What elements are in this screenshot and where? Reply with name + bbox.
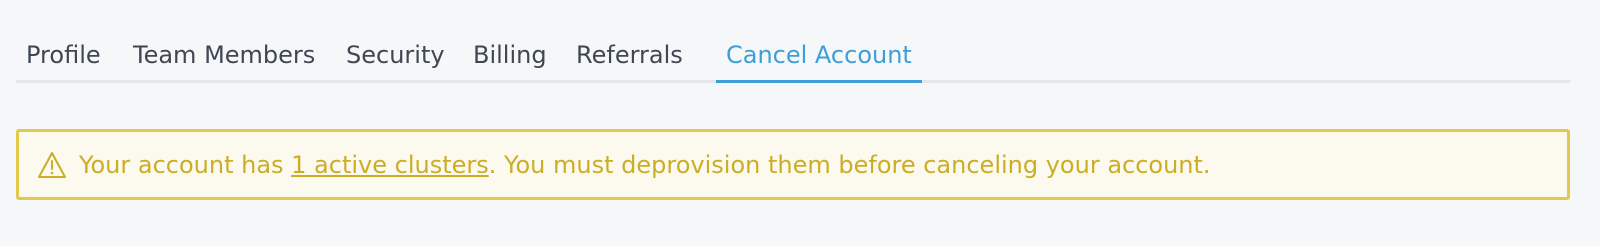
tab-security[interactable]: Security bbox=[346, 28, 445, 83]
tab-cancel-account[interactable]: Cancel Account bbox=[716, 28, 922, 83]
tab-billing[interactable]: Billing bbox=[473, 28, 547, 83]
tab-profile[interactable]: Profile bbox=[26, 28, 101, 83]
alert-text-before: Your account has bbox=[79, 150, 292, 179]
account-tabs: Profile Team Members Security Billing Re… bbox=[16, 28, 1570, 83]
alert-text-after: . You must deprovision them before cance… bbox=[488, 150, 1211, 179]
tab-referrals[interactable]: Referrals bbox=[576, 28, 683, 83]
tab-team-members[interactable]: Team Members bbox=[133, 28, 315, 83]
account-settings-page: Profile Team Members Security Billing Re… bbox=[0, 0, 1600, 246]
alert-message: Your account has 1 active clusters. You … bbox=[79, 151, 1211, 179]
warning-triangle-icon bbox=[38, 151, 66, 178]
active-clusters-link[interactable]: 1 active clusters bbox=[291, 151, 489, 179]
warning-alert: Your account has 1 active clusters. You … bbox=[16, 129, 1570, 200]
